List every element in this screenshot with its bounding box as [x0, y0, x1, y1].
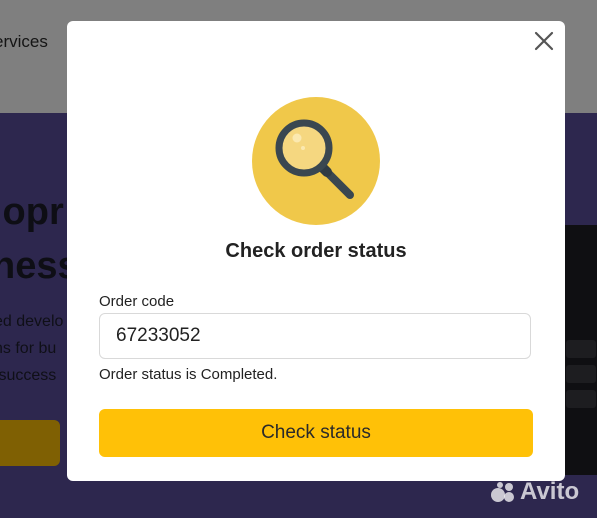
magnifier-icon [252, 97, 380, 225]
order-status-message: Order status is Completed. [99, 366, 278, 383]
close-icon [534, 31, 554, 51]
check-status-button[interactable]: Check status [99, 409, 533, 457]
modal-title: Check order status [225, 240, 407, 262]
order-status-modal: Check order status Order code Order stat… [67, 21, 565, 481]
avito-logo-icon [491, 482, 514, 502]
watermark-text: Avito [520, 478, 580, 505]
close-button[interactable] [533, 29, 555, 53]
avito-watermark: Avito [490, 478, 579, 506]
order-code-label: Order code [99, 293, 175, 310]
order-code-input[interactable] [99, 313, 531, 359]
